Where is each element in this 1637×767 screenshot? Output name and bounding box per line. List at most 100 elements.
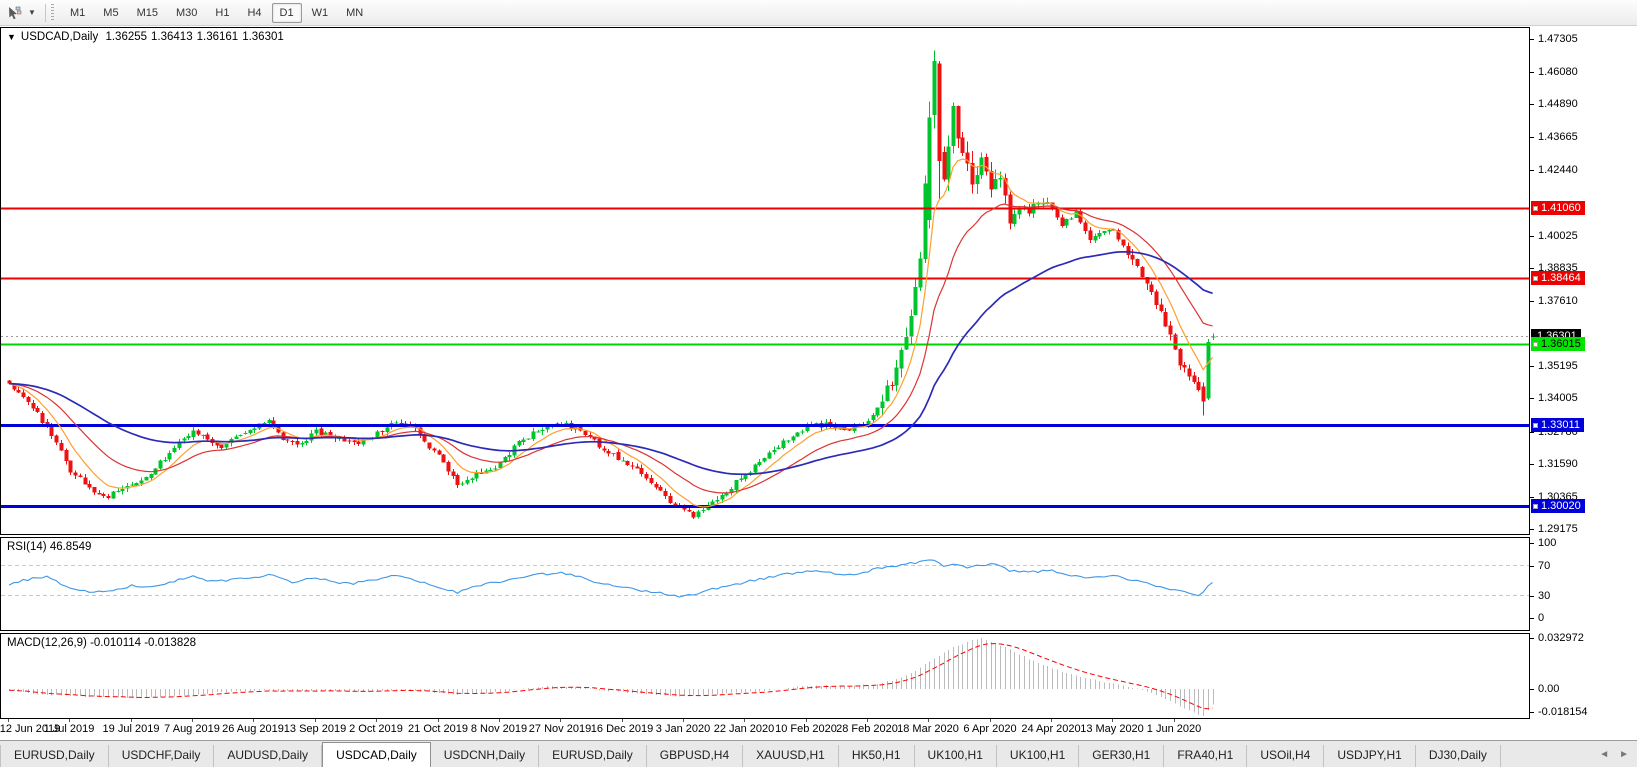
chart-tab-XAUUSD-H1[interactable]: XAUUSD,H1 [743,745,839,767]
price-axis[interactable]: 1.47305 1.46080 1.44890 1.43665 1.42440 1.400… [1530,27,1637,719]
date-label: 27 Nov 2019 [528,723,592,735]
price-tick-mark [1530,39,1534,40]
price-tick-label: 1.31590 [1538,458,1578,470]
rsi-tick-label: 0 [1538,612,1545,624]
price-tick-mark [1530,104,1534,105]
rsi-tick-label: 30 [1538,590,1551,602]
tab-scroll-right-icon[interactable]: ► [1619,749,1629,760]
price-line-badge-1.36015: 1.36015 [1531,337,1585,351]
price-tick-label: 1.37610 [1538,295,1578,307]
timeframe-button-M1[interactable]: M1 [62,3,93,23]
date-tick-mark [499,719,500,722]
price-tick-label: 1.46080 [1538,66,1578,78]
date-label: 16 Dec 2019 [590,723,654,735]
rsi-indicator-panel[interactable]: RSI(14) 46.8549 [0,537,1530,631]
macd-label: MACD(12,26,9) -0.010114 -0.013828 [7,637,197,649]
price-tick-mark [1530,268,1534,269]
date-label: 19 Jul 2019 [102,723,160,735]
timeframe-button-H4[interactable]: H4 [239,3,269,23]
ohlc-close: 1.36301 [242,31,284,43]
date-label: 3 Jan 2020 [655,723,711,735]
date-label: 13 Sep 2019 [283,723,347,735]
macd-tick-mark [1530,712,1534,713]
price-tick-label: 1.43665 [1538,131,1578,143]
chart-tab-GER30-H1[interactable]: GER30,H1 [1079,745,1165,767]
tab-scroll-left-icon[interactable]: ◄ [1599,749,1609,760]
timeframe-button-W1[interactable]: W1 [304,3,337,23]
macd-tick-label: 0.00 [1538,683,1560,695]
date-label: 6 Apr 2020 [963,723,1017,735]
chart-tab-GBPUSD-H4[interactable]: GBPUSD,H4 [647,745,744,767]
chart-tab-USDCAD-Daily[interactable]: USDCAD,Daily [322,742,431,767]
timeframe-button-M15[interactable]: M15 [129,3,166,23]
date-tick-mark [69,719,70,722]
price-tick-label: 1.29175 [1538,523,1578,535]
tab-scroll-controls: ◄ ► [1599,741,1637,767]
price-chart-panel[interactable]: ▼ USDCAD,Daily 1.36255 1.36413 1.36161 1.363… [0,27,1530,535]
rsi-label: RSI(14) 46.8549 [7,541,92,553]
chart-tab-USDCHF-Daily[interactable]: USDCHF,Daily [109,745,215,767]
date-tick-mark [376,719,377,722]
date-tick-mark [131,719,132,722]
price-line-badge-1.30020: 1.30020 [1531,499,1585,513]
toolbar-grip-handle[interactable] [50,3,55,22]
price-line-badge-1.33011: 1.33011 [1531,418,1584,432]
date-tick-mark [744,719,745,722]
price-tick-mark [1530,137,1534,138]
price-tick-mark [1530,398,1534,399]
candlestick-canvas[interactable] [1,28,1529,534]
date-tick-mark [438,719,439,722]
date-label: 24 Apr 2020 [1021,723,1081,735]
date-axis[interactable]: 12 Jun 2019 1 Jul 2019 19 Jul 2019 7 Aug 20… [0,719,1530,739]
date-tick-mark [8,719,9,722]
chart-tab-USDCNH-Daily[interactable]: USDCNH,Daily [431,745,540,767]
chart-tab-AUDUSD-Daily[interactable]: AUDUSD,Daily [214,745,323,767]
date-tick-mark [560,719,561,722]
price-line-badge-1.38464: 1.38464 [1531,271,1585,285]
chart-tab-HK50-H1[interactable]: HK50,H1 [839,745,915,767]
timeframe-button-MN[interactable]: MN [338,3,371,23]
chart-tab-EURUSD-Daily[interactable]: EURUSD,Daily [0,745,109,767]
chart-tab-UK100-H1[interactable]: UK100,H1 [915,745,997,767]
date-label: 13 May 2020 [1080,723,1144,735]
timeframes-toolbar: ▼ M1 M5 M15 M30 H1 H4 D1 W1 MN [0,0,1637,26]
price-tick-label: 1.42440 [1538,164,1578,176]
chart-pointer-tool-icon[interactable] [3,3,25,23]
timeframe-button-H1[interactable]: H1 [207,3,237,23]
price-tick-mark [1530,366,1534,367]
date-tick-mark [1174,719,1175,722]
macd-indicator-panel[interactable]: MACD(12,26,9) -0.010114 -0.013828 [0,633,1530,719]
timeframe-button-M30[interactable]: M30 [168,3,205,23]
chart-tab-EURUSD-Daily[interactable]: EURUSD,Daily [539,745,647,767]
date-tick-mark [253,719,254,722]
date-tick-mark [928,719,929,722]
rsi-canvas[interactable] [1,538,1529,630]
chart-tab-USOil-H4[interactable]: USOil,H4 [1247,745,1325,767]
timeframe-button-D1[interactable]: D1 [271,2,302,23]
date-label: 26 Aug 2019 [222,723,284,735]
date-label: 21 Oct 2019 [408,723,468,735]
price-line-badge-1.41060: 1.41060 [1531,201,1585,215]
date-label: 8 Nov 2019 [470,723,528,735]
ohlc-low: 1.36161 [196,31,239,43]
date-label: 7 Aug 2019 [164,723,220,735]
date-label: 22 Jan 2020 [713,723,775,735]
date-tick-mark [1051,719,1052,722]
date-tick-mark [683,719,684,722]
chart-tab-UK100-H1[interactable]: UK100,H1 [997,745,1080,767]
chart-tab-DJ30-Daily[interactable]: DJ30,Daily [1416,745,1501,767]
price-tick-mark [1530,432,1534,433]
date-tick-mark [315,719,316,722]
pointer-tool-dropdown[interactable]: ▼ [25,3,39,23]
pointer-tool-glyph [9,6,22,19]
macd-canvas[interactable] [1,634,1529,718]
chart-tab-USDJPY-H1[interactable]: USDJPY,H1 [1324,745,1416,767]
chart-expand-icon[interactable]: ▼ [7,32,16,42]
macd-tick-mark [1530,689,1534,690]
date-tick-mark [1112,719,1113,722]
date-label: 28 Feb 2020 [836,723,898,735]
line-anchor-icon [1533,422,1538,428]
rsi-tick-label: 70 [1538,560,1551,572]
timeframe-button-M5[interactable]: M5 [95,3,126,23]
chart-tab-FRA40-H1[interactable]: FRA40,H1 [1164,745,1248,767]
